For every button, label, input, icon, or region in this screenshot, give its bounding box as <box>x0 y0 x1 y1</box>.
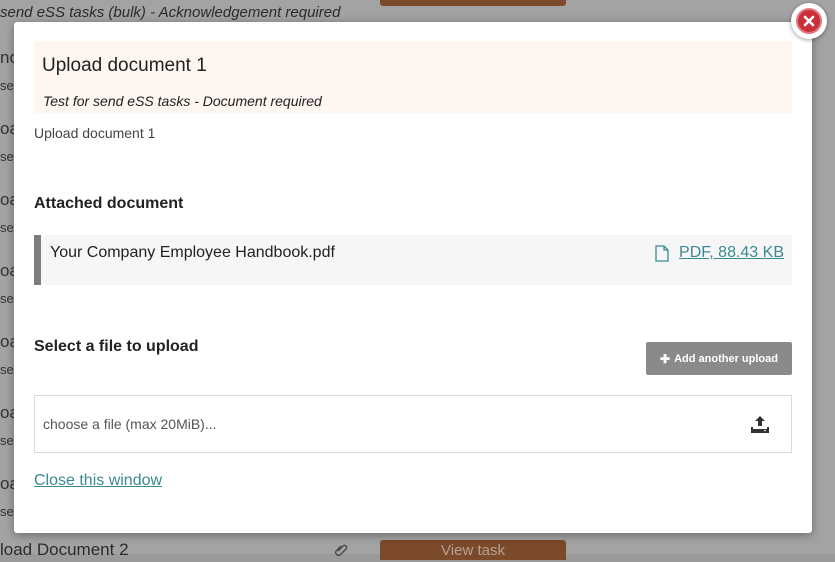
bg-fragment: se <box>0 78 14 93</box>
close-window-link[interactable]: Close this window <box>34 472 162 490</box>
select-file-heading: Select a file to upload <box>34 338 199 355</box>
paperclip-icon <box>334 543 348 557</box>
bg-fragment: se <box>0 291 14 306</box>
add-upload-label: Add another upload <box>674 352 778 365</box>
bg-fragment: se <box>0 433 14 448</box>
task-header: Upload document 1 Test for send eSS task… <box>34 41 792 113</box>
task-subtitle: Test for send eSS tasks - Document requi… <box>43 93 322 109</box>
file-icon <box>655 244 669 262</box>
file-placeholder: choose a file (max 20MiB)... <box>43 416 217 432</box>
task-description: Upload document 1 <box>34 125 156 141</box>
file-upload-field[interactable]: choose a file (max 20MiB)... <box>34 395 792 453</box>
attached-document-heading: Attached document <box>34 195 184 212</box>
document-name: Your Company Employee Handbook.pdf <box>50 244 335 261</box>
upload-icon[interactable] <box>751 415 769 438</box>
document-link-label[interactable]: PDF, 88.43 KB <box>679 244 784 262</box>
add-another-upload-button[interactable]: ✚ Add another upload <box>646 342 792 375</box>
document-download-link[interactable]: PDF, 88.43 KB <box>655 244 784 262</box>
task-title: Upload document 1 <box>42 55 207 76</box>
bg-fragment: se <box>0 220 14 235</box>
upload-dialog: Upload document 1 Test for send eSS task… <box>14 22 812 533</box>
bg-view-task-button <box>380 0 566 6</box>
bg-task-title: send eSS tasks (bulk) - Acknowledgement … <box>0 4 341 21</box>
plus-icon: ✚ <box>660 351 671 366</box>
bg-fragment: se <box>0 504 14 519</box>
close-icon <box>796 8 822 34</box>
bg-fragment: se <box>0 149 14 164</box>
attached-document-row: Your Company Employee Handbook.pdf PDF, … <box>34 235 792 285</box>
bg-view-task-button: View task <box>380 540 566 560</box>
bg-fragment: se <box>0 362 14 377</box>
bg-task-title: load Document 2 <box>0 540 129 559</box>
close-dialog-button[interactable] <box>791 3 827 39</box>
